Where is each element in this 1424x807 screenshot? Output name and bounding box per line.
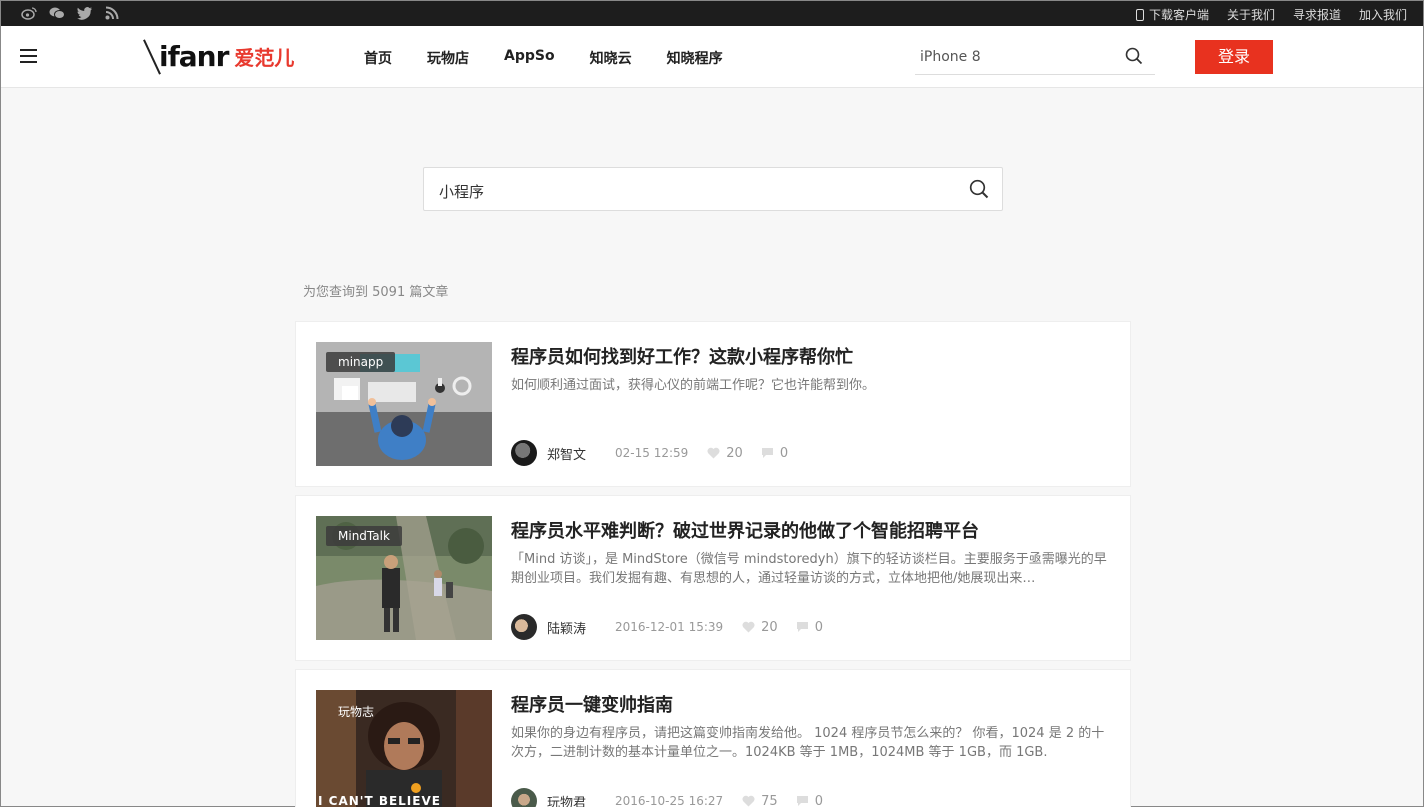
comment-icon[interactable] <box>796 795 809 807</box>
social-links <box>21 6 121 20</box>
comment-count: 0 <box>779 445 789 461</box>
article-thumbnail[interactable]: 玩物志 I CAN'T BELIEVE <box>316 690 492 807</box>
comment-icon[interactable] <box>761 447 774 459</box>
article-date: 2016-12-01 15:39 <box>615 620 724 634</box>
article-title[interactable]: 程序员如何找到好工作？这款小程序帮你忙 <box>511 343 853 369</box>
top-bar: 下载客户端 关于我们 寻求报道 加入我们 <box>1 1 1423 26</box>
like-count: 75 <box>761 793 778 807</box>
header-search-value: iPhone 8 <box>920 49 981 65</box>
article-card[interactable]: MindTalk 程序员水平难判断？破过世界记录的他做了个智能招聘平台 「Min… <box>295 495 1131 661</box>
article-date: 02-15 12:59 <box>615 446 689 460</box>
article-tag[interactable]: minapp <box>326 352 396 372</box>
article-tag[interactable]: MindTalk <box>326 526 402 546</box>
article-description: 如何顺利通过面试，获得心仪的前端工作呢？它也许能帮到你。 <box>511 378 876 393</box>
wechat-icon[interactable] <box>49 6 65 20</box>
author-avatar[interactable] <box>511 614 537 640</box>
nav-store[interactable]: 玩物店 <box>427 48 469 68</box>
comment-icon[interactable] <box>796 621 809 633</box>
logo-text-cn: 爱范儿 <box>234 45 295 70</box>
main-nav: 首页 玩物店 AppSo 知晓云 知晓程序 <box>364 48 758 68</box>
author-avatar[interactable] <box>511 788 537 807</box>
heart-icon[interactable] <box>707 447 720 459</box>
search-icon[interactable] <box>1125 47 1143 69</box>
article-date: 2016-10-25 16:27 <box>615 794 724 807</box>
rss-icon[interactable] <box>105 6 121 20</box>
nav-home[interactable]: 首页 <box>364 48 392 68</box>
comment-count: 0 <box>814 619 823 635</box>
twitter-icon[interactable] <box>77 6 93 20</box>
article-meta: 陆颖涛 2016-12-01 15:39 20 0 <box>511 614 823 640</box>
nav-zhixiaoyun[interactable]: 知晓云 <box>590 48 632 68</box>
nav-zhixiaochengxu[interactable]: 知晓程序 <box>667 48 723 68</box>
login-button[interactable]: 登录 <box>1195 40 1273 74</box>
like-count: 20 <box>726 445 743 461</box>
article-meta: 玩物君 2016-10-25 16:27 75 0 <box>511 788 823 807</box>
main-search-input[interactable]: 小程序 <box>423 167 1003 211</box>
nav-appso[interactable]: AppSo <box>504 48 555 68</box>
article-title[interactable]: 程序员水平难判断？破过世界记录的他做了个智能招聘平台 <box>511 517 979 543</box>
article-thumbnail[interactable]: MindTalk <box>316 516 492 640</box>
download-client-link[interactable]: 下载客户端 <box>1135 6 1209 23</box>
weibo-icon[interactable] <box>21 6 37 20</box>
author-name[interactable]: 玩物君 <box>547 792 586 807</box>
article-card[interactable]: 玩物志 I CAN'T BELIEVE 程序员一键变帅指南 如果你的身边有程序员… <box>295 669 1131 807</box>
phone-icon <box>1135 9 1144 21</box>
comment-count: 0 <box>814 793 823 807</box>
logo-text-en: ifanr <box>159 39 229 73</box>
result-count: 为您查询到 5091 篇文章 <box>303 285 449 300</box>
top-links: 下载客户端 关于我们 寻求报道 加入我们 <box>1135 6 1407 23</box>
author-avatar[interactable] <box>511 440 537 466</box>
hamburger-menu-icon[interactable] <box>20 49 37 63</box>
main-search-value: 小程序 <box>439 183 485 201</box>
article-description: 如果你的身边有程序员，请把这篇变帅指南发给他。 1024 程序员节怎么来的？ 你… <box>511 726 1105 760</box>
header-search-input[interactable]: iPhone 8 <box>915 40 1155 75</box>
site-logo[interactable]: ifanr 爱范儿 <box>143 38 295 75</box>
join-us-link[interactable]: 加入我们 <box>1359 6 1407 23</box>
author-name[interactable]: 陆颖涛 <box>547 618 586 637</box>
article-tag[interactable]: 玩物志 <box>326 700 386 723</box>
author-name[interactable]: 郑智文 <box>547 444 586 463</box>
article-description: 「Mind 访谈」，是 MindStore（微信号 mindstoredyh）旗… <box>511 552 1107 586</box>
like-count: 20 <box>761 619 778 635</box>
article-title[interactable]: 程序员一键变帅指南 <box>511 691 673 717</box>
search-icon[interactable] <box>969 179 989 203</box>
article-meta: 郑智文 02-15 12:59 20 0 <box>511 440 788 466</box>
heart-icon[interactable] <box>742 795 755 807</box>
heart-icon[interactable] <box>742 621 755 633</box>
article-card[interactable]: minapp 程序员如何找到好工作？这款小程序帮你忙 如何顺利通过面试，获得心仪… <box>295 321 1131 487</box>
thumbnail-caption: I CAN'T BELIEVE <box>318 794 441 807</box>
site-header: ifanr 爱范儿 首页 玩物店 AppSo 知晓云 知晓程序 iPhone 8… <box>1 26 1423 88</box>
about-us-link[interactable]: 关于我们 <box>1227 6 1275 23</box>
seek-coverage-link[interactable]: 寻求报道 <box>1293 6 1341 23</box>
article-thumbnail[interactable]: minapp <box>316 342 492 466</box>
